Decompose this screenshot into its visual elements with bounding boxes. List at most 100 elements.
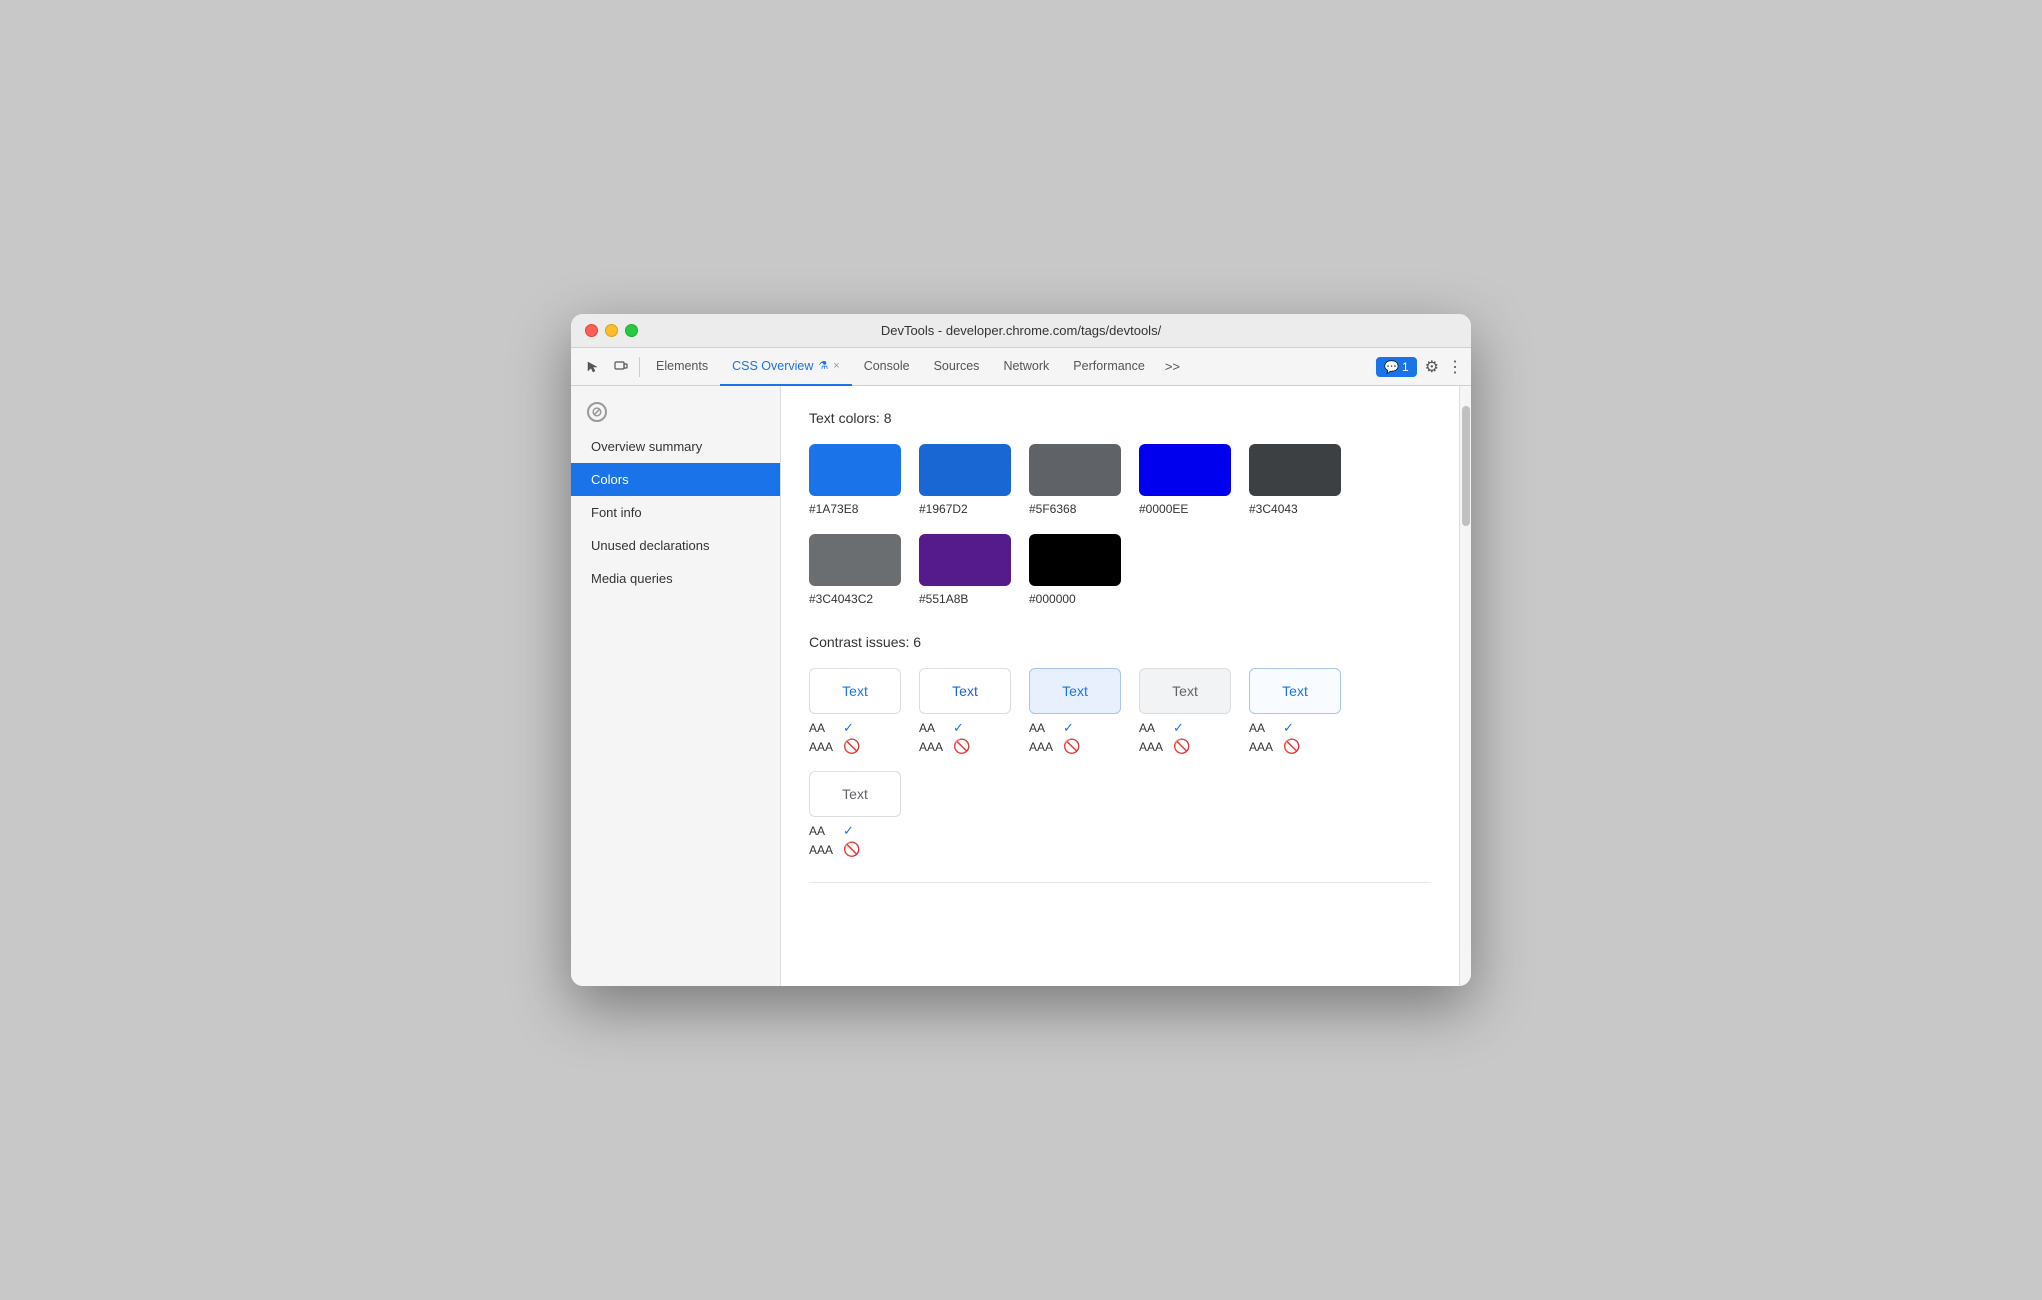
color-label-0: #1A73E8 bbox=[809, 502, 858, 516]
color-label-1: #1967D2 bbox=[919, 502, 968, 516]
tab-network[interactable]: Network bbox=[991, 348, 1061, 386]
chat-button[interactable]: 💬 1 bbox=[1376, 357, 1417, 377]
scrollbar-track[interactable] bbox=[1459, 386, 1471, 986]
no-icon-3: 🚫 bbox=[1173, 738, 1190, 755]
tab-css-overview[interactable]: CSS Overview ⚗ × bbox=[720, 348, 852, 386]
rating-aaa-2: AAA 🚫 bbox=[1029, 738, 1080, 755]
cursor-icon[interactable] bbox=[579, 353, 607, 381]
check-icon-5: ✓ bbox=[843, 823, 854, 839]
sidebar: ⊘ Overview summary Colors Font info Unus… bbox=[571, 386, 781, 986]
sidebar-item-unused-declarations[interactable]: Unused declarations bbox=[571, 529, 780, 562]
no-icon-2: 🚫 bbox=[1063, 738, 1080, 755]
tab-console[interactable]: Console bbox=[852, 348, 922, 386]
chat-icon: 💬 bbox=[1384, 360, 1399, 374]
color-swatch-2[interactable] bbox=[1029, 444, 1121, 496]
scrollbar-thumb[interactable] bbox=[1462, 406, 1470, 526]
devtools-window: DevTools - developer.chrome.com/tags/dev… bbox=[571, 314, 1471, 986]
sidebar-item-font-info[interactable]: Font info bbox=[571, 496, 780, 529]
toolbar-right: 💬 1 ⚙ ⋮ bbox=[1376, 357, 1463, 377]
contrast-ratings-1: AA ✓ AAA 🚫 bbox=[919, 720, 970, 755]
more-tabs-button[interactable]: >> bbox=[1157, 359, 1188, 374]
rating-aaa-5: AAA 🚫 bbox=[809, 841, 860, 858]
traffic-lights bbox=[585, 324, 638, 337]
text-colors-title: Text colors: 8 bbox=[809, 410, 1431, 426]
rating-aa-2: AA ✓ bbox=[1029, 720, 1080, 736]
color-swatch-3[interactable] bbox=[1139, 444, 1231, 496]
rating-aa-5: AA ✓ bbox=[809, 823, 860, 839]
contrast-item-3: Text AA ✓ AAA 🚫 bbox=[1139, 668, 1231, 755]
color-label-7: #000000 bbox=[1029, 592, 1076, 606]
settings-icon[interactable]: ⚙ bbox=[1425, 357, 1439, 377]
menu-icon[interactable]: ⋮ bbox=[1447, 357, 1463, 377]
color-swatch-6[interactable] bbox=[919, 534, 1011, 586]
contrast-ratings-0: AA ✓ AAA 🚫 bbox=[809, 720, 860, 755]
color-item-7: #000000 bbox=[1029, 534, 1121, 606]
contrast-box-3[interactable]: Text bbox=[1139, 668, 1231, 714]
no-icon-1: 🚫 bbox=[953, 738, 970, 755]
color-item-1: #1967D2 bbox=[919, 444, 1011, 516]
sidebar-item-overview[interactable]: Overview summary bbox=[571, 430, 780, 463]
text-colors-section: Text colors: 8 #1A73E8 #1967D2 bbox=[809, 410, 1431, 606]
toolbar: Elements CSS Overview ⚗ × Console Source… bbox=[571, 348, 1471, 386]
color-item-2: #5F6368 bbox=[1029, 444, 1121, 516]
device-icon[interactable] bbox=[607, 353, 635, 381]
bottom-divider bbox=[809, 882, 1431, 883]
main-area: ⊘ Overview summary Colors Font info Unus… bbox=[571, 386, 1471, 986]
rating-aa-1: AA ✓ bbox=[919, 720, 970, 736]
sidebar-item-media-queries[interactable]: Media queries bbox=[571, 562, 780, 595]
contrast-issues-section: Contrast issues: 6 Text AA ✓ bbox=[809, 634, 1431, 858]
rating-aaa-4: AAA 🚫 bbox=[1249, 738, 1300, 755]
color-swatch-7[interactable] bbox=[1029, 534, 1121, 586]
check-icon-3: ✓ bbox=[1173, 720, 1184, 736]
maximize-button[interactable] bbox=[625, 324, 638, 337]
color-item-4: #3C4043 bbox=[1249, 444, 1341, 516]
rating-aaa-3: AAA 🚫 bbox=[1139, 738, 1190, 755]
rating-aa-3: AA ✓ bbox=[1139, 720, 1190, 736]
check-icon-1: ✓ bbox=[953, 720, 964, 736]
check-icon-4: ✓ bbox=[1283, 720, 1294, 736]
contrast-box-5[interactable]: Text bbox=[809, 771, 901, 817]
close-button[interactable] bbox=[585, 324, 598, 337]
sidebar-item-colors[interactable]: Colors bbox=[571, 463, 780, 496]
no-icon-0: 🚫 bbox=[843, 738, 860, 755]
contrast-issues-title: Contrast issues: 6 bbox=[809, 634, 1431, 650]
rating-aa-0: AA ✓ bbox=[809, 720, 860, 736]
contrast-box-4[interactable]: Text bbox=[1249, 668, 1341, 714]
contrast-ratings-2: AA ✓ AAA 🚫 bbox=[1029, 720, 1080, 755]
contrast-box-2[interactable]: Text bbox=[1029, 668, 1121, 714]
color-item-6: #551A8B bbox=[919, 534, 1011, 606]
content-wrap: Text colors: 8 #1A73E8 #1967D2 bbox=[781, 386, 1471, 986]
flask-icon: ⚗ bbox=[818, 359, 828, 372]
color-label-2: #5F6368 bbox=[1029, 502, 1076, 516]
contrast-item-2: Text AA ✓ AAA 🚫 bbox=[1029, 668, 1121, 755]
color-label-3: #0000EE bbox=[1139, 502, 1188, 516]
rating-aaa-0: AAA 🚫 bbox=[809, 738, 860, 755]
no-icon-4: 🚫 bbox=[1283, 738, 1300, 755]
no-entry-icon: ⊘ bbox=[587, 402, 607, 422]
rating-aaa-1: AAA 🚫 bbox=[919, 738, 970, 755]
color-swatch-5[interactable] bbox=[809, 534, 901, 586]
color-item-0: #1A73E8 bbox=[809, 444, 901, 516]
tab-elements[interactable]: Elements bbox=[644, 348, 720, 386]
contrast-item-1: Text AA ✓ AAA 🚫 bbox=[919, 668, 1011, 755]
color-item-5: #3C4043C2 bbox=[809, 534, 901, 606]
minimize-button[interactable] bbox=[605, 324, 618, 337]
contrast-item-4: Text AA ✓ AAA 🚫 bbox=[1249, 668, 1341, 755]
tab-performance[interactable]: Performance bbox=[1061, 348, 1157, 386]
window-title: DevTools - developer.chrome.com/tags/dev… bbox=[881, 323, 1161, 338]
no-icon-5: 🚫 bbox=[843, 841, 860, 858]
contrast-item-5: Text AA ✓ AAA 🚫 bbox=[809, 771, 901, 858]
contrast-box-1[interactable]: Text bbox=[919, 668, 1011, 714]
contrast-grid-row2: Text AA ✓ AAA 🚫 bbox=[809, 771, 1431, 858]
color-swatch-4[interactable] bbox=[1249, 444, 1341, 496]
color-swatch-0[interactable] bbox=[809, 444, 901, 496]
contrast-ratings-4: AA ✓ AAA 🚫 bbox=[1249, 720, 1300, 755]
contrast-ratings-5: AA ✓ AAA 🚫 bbox=[809, 823, 860, 858]
contrast-grid: Text AA ✓ AAA 🚫 bbox=[809, 668, 1431, 755]
contrast-box-0[interactable]: Text bbox=[809, 668, 901, 714]
color-swatch-1[interactable] bbox=[919, 444, 1011, 496]
toolbar-separator bbox=[639, 357, 640, 377]
close-tab-icon[interactable]: × bbox=[833, 360, 839, 372]
rating-aa-4: AA ✓ bbox=[1249, 720, 1300, 736]
tab-sources[interactable]: Sources bbox=[922, 348, 992, 386]
